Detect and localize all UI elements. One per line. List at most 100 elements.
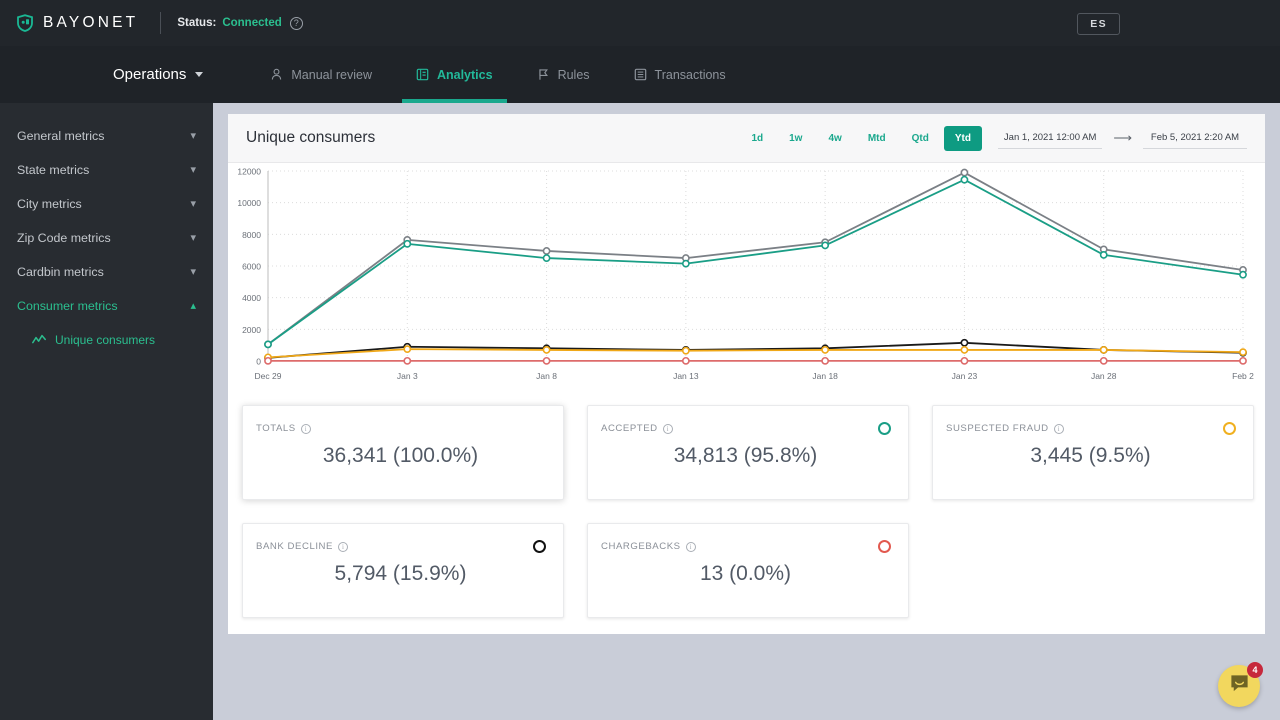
person-icon: [270, 68, 283, 81]
svg-text:Jan 23: Jan 23: [952, 371, 978, 381]
top-bar: BAYONET Status: Connected ? ES: [0, 0, 1280, 46]
sidebar-item-general-metrics[interactable]: General metrics ▾: [0, 119, 213, 153]
right-arrow-icon: ⟶: [1113, 130, 1132, 145]
stat-card-totals[interactable]: TOTALS i 36,341 (100.0%): [242, 405, 564, 500]
chevron-down-icon: ▾: [190, 265, 196, 278]
stat-card-placeholder: [932, 523, 1254, 618]
page-body: General metrics ▾ State metrics ▾ City m…: [0, 103, 1280, 720]
main-content: Unique consumers 1d 1w 4w Mtd Qtd Ytd Ja…: [213, 103, 1280, 720]
svg-text:Jan 18: Jan 18: [812, 371, 838, 381]
chevron-down-icon: ▾: [190, 129, 196, 142]
tab-label: Analytics: [436, 67, 493, 82]
brand-name: BAYONET: [43, 14, 139, 31]
stat-value: 36,341 (100.0%): [322, 444, 479, 467]
info-icon[interactable]: i: [662, 423, 673, 434]
stat-label: ACCEPTED: [601, 423, 658, 434]
connection-status: Status: Connected ?: [177, 16, 303, 30]
svg-text:Jan 3: Jan 3: [397, 371, 418, 381]
tab-transactions[interactable]: Transactions: [612, 46, 748, 103]
sidebar-item-consumer-metrics[interactable]: Consumer metrics ▴: [0, 289, 213, 323]
sidebar-item-label: State metrics: [17, 163, 90, 177]
range-button-mtd[interactable]: Mtd: [857, 126, 897, 151]
chevron-down-icon: ▾: [190, 231, 196, 244]
stat-label: BANK DECLINE: [256, 541, 333, 552]
info-icon[interactable]: i: [337, 541, 348, 552]
svg-text:10000: 10000: [237, 198, 261, 208]
stat-value: 5,794 (15.9%): [334, 562, 467, 585]
sidebar-item-label: Cardbin metrics: [17, 265, 104, 279]
range-button-qtd[interactable]: Qtd: [901, 126, 940, 151]
tab-rules[interactable]: Rules: [515, 46, 612, 103]
svg-text:8000: 8000: [242, 230, 261, 240]
stat-label-row: ACCEPTED i: [601, 423, 890, 434]
chevron-up-icon: ▴: [190, 299, 196, 312]
svg-text:0: 0: [256, 357, 261, 367]
info-icon[interactable]: i: [1053, 423, 1064, 434]
range-button-4w[interactable]: 4w: [817, 126, 852, 151]
stat-value: 3,445 (9.5%): [1030, 444, 1151, 467]
chevron-down-icon: ▾: [190, 163, 196, 176]
tab-analytics[interactable]: Analytics: [394, 46, 515, 103]
range-button-1w[interactable]: 1w: [778, 126, 813, 151]
series-color-dot: [533, 540, 546, 553]
analytics-panel: Unique consumers 1d 1w 4w Mtd Qtd Ytd Ja…: [228, 114, 1265, 634]
sidebar-item-zip-code-metrics[interactable]: Zip Code metrics ▾: [0, 221, 213, 255]
date-to-input[interactable]: Feb 5, 2021 2:20 AM: [1143, 128, 1247, 149]
date-from-input[interactable]: Jan 1, 2021 12:00 AM: [997, 128, 1103, 149]
range-button-ytd[interactable]: Ytd: [943, 125, 982, 151]
sidebar-item-unique-consumers[interactable]: Unique consumers: [0, 323, 213, 357]
sidebar-item-city-metrics[interactable]: City metrics ▾: [0, 187, 213, 221]
sidebar-sub-label: Unique consumers: [55, 333, 156, 347]
chevron-down-icon: ▾: [190, 197, 196, 210]
stat-label: TOTALS: [256, 423, 296, 434]
stat-card-chargebacks[interactable]: CHARGEBACKS i 13 (0.0%): [587, 523, 909, 618]
stat-label: CHARGEBACKS: [601, 541, 681, 552]
nav-bar: Operations Manual review Analytics Rules: [0, 46, 1280, 103]
svg-text:Feb 2: Feb 2: [1232, 371, 1254, 381]
series-color-dot: [878, 540, 891, 553]
stat-label-row: TOTALS i: [256, 423, 545, 434]
time-range-selector: 1d 1w 4w Mtd Qtd Ytd: [740, 125, 982, 151]
stat-label-row: BANK DECLINE i: [256, 541, 545, 552]
svg-text:Jan 8: Jan 8: [536, 371, 557, 381]
sidebar-item-cardbin-metrics[interactable]: Cardbin metrics ▾: [0, 255, 213, 289]
range-button-1d[interactable]: 1d: [740, 126, 774, 151]
operations-dropdown[interactable]: Operations: [113, 66, 204, 83]
tab-manual-review[interactable]: Manual review: [248, 46, 394, 103]
brand-logo[interactable]: BAYONET: [16, 14, 138, 32]
stat-card-accepted[interactable]: ACCEPTED i 34,813 (95.8%): [587, 405, 909, 500]
sidebar-item-label: General metrics: [17, 129, 105, 143]
shield-logo-icon: [16, 14, 34, 32]
stat-label-row: SUSPECTED FRAUD i: [946, 423, 1235, 434]
svg-text:6000: 6000: [242, 262, 261, 272]
panel-bottom-padding: [228, 618, 1265, 634]
stat-card-bank-decline[interactable]: BANK DECLINE i 5,794 (15.9%): [242, 523, 564, 618]
card-header: Unique consumers 1d 1w 4w Mtd Qtd Ytd Ja…: [228, 114, 1265, 163]
info-icon[interactable]: i: [300, 423, 311, 434]
sidebar: General metrics ▾ State metrics ▾ City m…: [0, 103, 213, 720]
svg-text:12000: 12000: [237, 167, 261, 177]
chat-unread-badge: 4: [1247, 662, 1263, 678]
chat-widget-button[interactable]: 4: [1218, 662, 1263, 707]
page-title: Unique consumers: [246, 129, 376, 146]
tab-label: Rules: [557, 67, 590, 82]
series-color-dot: [1223, 422, 1236, 435]
tab-label: Manual review: [291, 67, 372, 82]
series-color-dot: [878, 422, 891, 435]
chevron-down-icon: [195, 72, 204, 77]
question-mark-icon[interactable]: ?: [289, 16, 303, 30]
sidebar-item-label: City metrics: [17, 197, 82, 211]
svg-text:Jan 13: Jan 13: [673, 371, 699, 381]
stat-label-row: CHARGEBACKS i: [601, 541, 890, 552]
status-value: Connected: [222, 17, 282, 29]
stat-value: 13 (0.0%): [699, 562, 792, 585]
line-chart[interactable]: 0 2000 4000 6000 8000 10000 12000 Dec 29 Jan 3 Ja…: [228, 163, 1265, 391]
stat-value: 34,813 (95.8%): [673, 444, 818, 467]
language-button[interactable]: ES: [1077, 13, 1120, 35]
stat-card-suspected-fraud[interactable]: SUSPECTED FRAUD i 3,445 (9.5%): [932, 405, 1254, 500]
sidebar-item-state-metrics[interactable]: State metrics ▾: [0, 153, 213, 187]
info-icon[interactable]: i: [685, 541, 696, 552]
sparkline-icon: [32, 334, 46, 346]
svg-text:Jan 28: Jan 28: [1091, 371, 1117, 381]
date-range: Jan 1, 2021 12:00 AM ⟶ Feb 5, 2021 2:20 …: [997, 128, 1247, 149]
